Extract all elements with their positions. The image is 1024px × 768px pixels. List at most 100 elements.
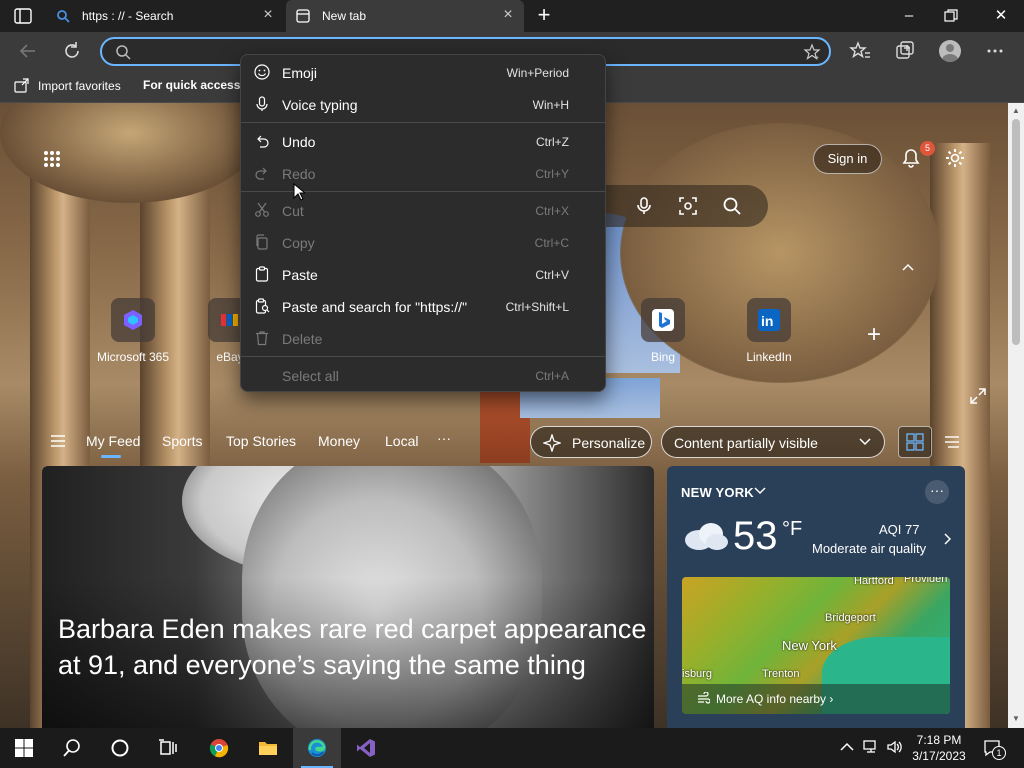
menu-item-shortcut: Ctrl+C — [534, 236, 569, 250]
import-favorites-button[interactable]: Import favorites — [14, 78, 121, 94]
hamburger-menu-icon[interactable] — [50, 434, 66, 448]
quick-link-bing[interactable]: Bing — [623, 298, 703, 364]
start-button[interactable] — [0, 728, 48, 768]
tab-search[interactable]: https : // - Search × — [46, 0, 284, 32]
personalize-button[interactable]: Personalize — [530, 426, 652, 458]
cortana-icon — [111, 739, 129, 757]
feed-more-button[interactable]: ··· — [437, 430, 451, 446]
add-favorite-icon[interactable]: + — [803, 43, 821, 61]
apps-grid-icon[interactable] — [43, 150, 61, 168]
grid-icon — [906, 433, 924, 451]
menu-item-shortcut: Ctrl+A — [535, 369, 569, 383]
visual-search-icon[interactable] — [678, 196, 698, 216]
feed-tab-money[interactable]: Money — [318, 433, 360, 449]
scroll-thumb[interactable] — [1012, 119, 1020, 345]
svg-text:in: in — [761, 313, 773, 329]
aq-icon — [698, 692, 710, 704]
scroll-up-arrow[interactable]: ▲ — [1012, 107, 1020, 115]
content-visibility-select[interactable]: Content partially visible — [661, 426, 885, 458]
map-label: New York — [782, 638, 837, 653]
feed-tab-my-feed[interactable]: My Feed — [86, 433, 140, 458]
list-view-icon[interactable] — [944, 435, 960, 449]
tab-title: https : // - Search — [82, 9, 174, 23]
menu-item-shortcut: Ctrl+Z — [536, 135, 569, 149]
taskbar-chrome[interactable] — [195, 728, 243, 768]
menu-item-voice-typing[interactable]: Voice typing Win+H — [241, 88, 607, 120]
menu-item-label: Undo — [282, 134, 316, 150]
taskbar-search-button[interactable] — [48, 728, 96, 768]
chevron-up-icon[interactable] — [900, 261, 916, 273]
quick-link-microsoft-365[interactable]: Microsoft 365 — [93, 298, 173, 364]
feed-tab-local[interactable]: Local — [385, 433, 418, 449]
chevron-right-icon[interactable] — [943, 533, 951, 545]
menu-item-copy: Copy Ctrl+C — [241, 226, 607, 258]
expand-icon[interactable] — [970, 388, 986, 404]
taskbar-file-explorer[interactable] — [244, 728, 292, 768]
sign-in-button[interactable]: Sign in — [813, 144, 882, 174]
minimize-icon[interactable]: – — [898, 6, 920, 26]
grid-view-button[interactable] — [898, 426, 932, 458]
task-view-button[interactable] — [144, 728, 192, 768]
close-tab-icon[interactable]: × — [260, 7, 276, 23]
sidebar-toggle-icon[interactable] — [14, 8, 32, 24]
hero-news-card[interactable]: Barbara Eden makes rare red carpet appea… — [42, 466, 654, 728]
add-quick-link-button[interactable]: + — [864, 323, 884, 347]
search-icon[interactable] — [722, 196, 742, 216]
refresh-icon[interactable] — [60, 39, 84, 63]
cloud-icon — [685, 523, 728, 550]
restore-icon[interactable] — [944, 9, 958, 23]
bing-logo — [641, 298, 685, 342]
collections-icon[interactable] — [893, 39, 917, 63]
scroll-down-arrow[interactable]: ▼ — [1012, 715, 1020, 723]
trash-icon — [256, 331, 268, 346]
feed-tab-sports[interactable]: Sports — [162, 433, 202, 449]
chevron-up-icon[interactable] — [838, 738, 856, 756]
network-icon[interactable] — [862, 738, 880, 756]
paste-search-icon — [255, 298, 270, 314]
weather-card[interactable]: NEW YORK ··· 53 °F AQI 77 Moderate air q… — [667, 466, 965, 728]
close-tab-icon[interactable]: × — [500, 7, 516, 23]
edge-icon — [308, 739, 326, 757]
menu-item-label: Emoji — [282, 65, 318, 81]
menu-item-paste-and-search[interactable]: Paste and search for "https://" Ctrl+Shi… — [241, 290, 607, 322]
menu-item-label: Select all — [282, 368, 339, 384]
new-tab-button[interactable]: + — [534, 4, 554, 26]
menu-item-emoji[interactable]: Emoji Win+Period — [241, 56, 607, 88]
air-quality-map[interactable]: Hartford Providen Bridgeport New York Tr… — [682, 577, 950, 714]
tab-new-tab[interactable]: New tab × — [286, 0, 524, 32]
taskbar-edge[interactable] — [293, 728, 341, 768]
feed-tab-top-stories[interactable]: Top Stories — [226, 433, 296, 449]
page-scrollbar[interactable]: ▲ ▼ — [1008, 103, 1024, 728]
search-icon — [57, 10, 70, 23]
taskbar-visual-studio[interactable] — [342, 728, 390, 768]
quick-link-label: Microsoft 365 — [96, 350, 170, 364]
hero-headline[interactable]: Barbara Eden makes rare red carpet appea… — [58, 611, 648, 683]
favorites-icon[interactable] — [848, 39, 872, 63]
menu-item-paste[interactable]: Paste Ctrl+V — [241, 258, 607, 290]
more-options-icon[interactable] — [983, 39, 1007, 63]
menu-item-undo[interactable]: Undo Ctrl+Z — [241, 125, 607, 157]
back-arrow-icon[interactable] — [16, 39, 40, 63]
menu-item-shortcut: Win+Period — [506, 66, 569, 80]
notification-bell-icon[interactable] — [900, 147, 922, 169]
windows-logo-icon — [15, 739, 33, 757]
menu-item-shortcut: Ctrl+Shift+L — [505, 300, 569, 314]
profile-avatar[interactable] — [939, 40, 961, 62]
menu-item-delete: Delete — [241, 322, 607, 354]
close-window-icon[interactable]: ✕ — [990, 6, 1012, 26]
microphone-icon[interactable] — [634, 196, 654, 216]
cortana-button[interactable] — [96, 728, 144, 768]
quick-link-linkedin[interactable]: in LinkedIn — [729, 298, 809, 364]
chevron-down-icon[interactable] — [753, 486, 767, 496]
system-clock[interactable]: 7:18 PM 3/17/2023 — [908, 732, 970, 764]
personalize-label: Personalize — [572, 435, 646, 451]
gear-icon[interactable] — [944, 147, 966, 169]
weather-city[interactable]: NEW YORK — [681, 485, 754, 500]
weather-more-button[interactable]: ··· — [925, 480, 949, 504]
sparkle-icon — [543, 434, 561, 452]
more-aq-info-link[interactable]: More AQ info nearby › — [682, 684, 950, 714]
microphone-icon — [256, 96, 268, 111]
volume-icon[interactable] — [886, 738, 904, 756]
import-favorites-label: Import favorites — [38, 79, 121, 93]
tab-title: New tab — [322, 9, 367, 23]
